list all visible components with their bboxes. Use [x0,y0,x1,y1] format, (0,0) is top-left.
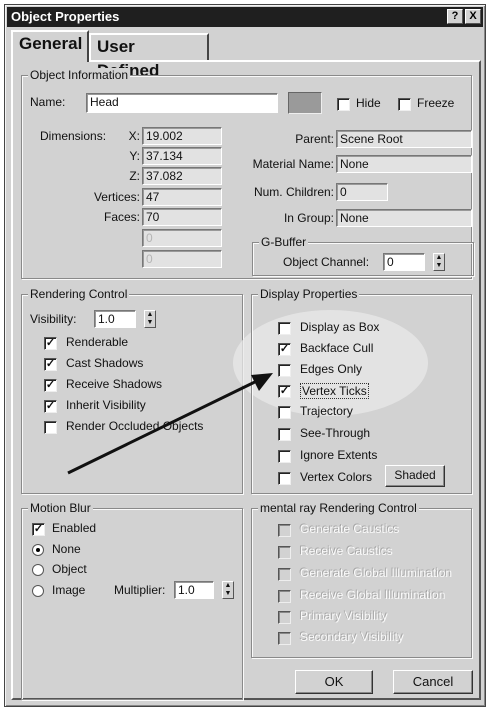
receive-gi-checkbox [278,590,291,603]
object-properties-dialog: Object Properties ? X General User Defin… [4,4,486,707]
secondary-visibility-checkbox [278,632,291,645]
motion-blur-legend: Motion Blur [28,501,93,515]
blur-image-radio[interactable] [32,585,44,597]
multiplier-label: Multiplier: [114,583,166,597]
generate-gi-checkbox [278,568,291,581]
receive-gi-label: Receive Global Illumination [300,588,446,602]
blur-object-radio[interactable] [32,564,44,576]
generate-caustics-checkbox [278,524,291,537]
primary-visibility-checkbox [278,611,291,624]
generate-caustics-label: Generate Caustics [300,522,400,536]
receive-caustics-checkbox [278,546,291,559]
primary-visibility-label: Primary Visibility [300,609,388,623]
blur-image-label: Image [52,583,86,597]
multiplier-input[interactable]: 1.0 [174,581,214,599]
motion-blur-group: Motion Blur ✓ Enabled None Object Image … [21,501,243,700]
motion-blur-enabled-checkbox[interactable]: ✓ [32,523,45,536]
mental-ray-group: mental ray Rendering Control Generate Ca… [251,501,472,658]
cancel-button[interactable]: Cancel [393,670,473,694]
receive-caustics-label: Receive Caustics [300,544,393,558]
blur-none-radio[interactable] [32,544,44,556]
motion-blur-enabled-label: Enabled [52,521,97,535]
generate-gi-label: Generate Global Illumination [300,566,453,580]
secondary-visibility-label: Secondary Visibility [300,630,404,644]
ok-button[interactable]: OK [295,670,373,694]
multiplier-spinner[interactable]: ▲ ▼ [222,581,234,599]
tab-general[interactable]: General [11,30,89,62]
blur-object-label: Object [52,562,87,576]
blur-none-label: None [52,542,81,556]
mental-ray-legend: mental ray Rendering Control [258,501,419,515]
arrow-line [67,376,264,475]
